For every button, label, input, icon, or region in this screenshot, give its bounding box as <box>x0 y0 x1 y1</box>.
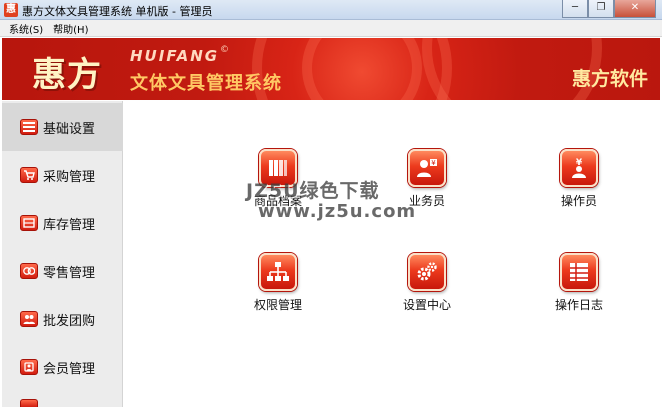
wholesale-icon <box>20 311 38 327</box>
tile-operator[interactable]: ¥ 操作员 <box>534 149 624 209</box>
menu-bar: 系统(S) 帮助(H) <box>0 20 662 37</box>
settings-grid-icon <box>20 119 38 135</box>
tile-settings-center[interactable]: 设置中心 <box>382 253 472 313</box>
sidebar-item-label: 库存管理 <box>43 217 96 233</box>
permission-icon <box>259 253 297 291</box>
sidebar-item-wholesale[interactable]: 批发团购 <box>2 295 123 343</box>
gear-icon <box>408 253 446 291</box>
inventory-icon <box>20 215 38 231</box>
tile-label: 设置中心 <box>402 298 451 312</box>
sidebar-item-label: 采购管理 <box>43 169 96 185</box>
sidebar-item-partial <box>2 399 123 407</box>
member-icon <box>20 359 38 375</box>
sidebar-item-label: 会员管理 <box>43 361 96 377</box>
product-name: 文体文具管理系统 <box>130 73 282 94</box>
sidebar-item-basic-settings[interactable]: 基础设置 <box>2 103 123 151</box>
brand-english-name: HUIFANG <box>130 47 220 65</box>
sidebar-item-retail[interactable]: 零售管理 <box>2 247 123 295</box>
tile-label: 业务员 <box>408 194 445 208</box>
window-controls: ─ ❐ ✕ <box>562 0 656 18</box>
banner: 惠方 HUIFANG © 文体文具管理系统 惠方软件 <box>2 38 660 100</box>
sidebar-item-label: 批发团购 <box>43 313 96 329</box>
app-icon: 惠 <box>4 3 18 17</box>
banner-decoration <box>302 38 422 100</box>
minimize-button[interactable]: ─ <box>562 0 588 18</box>
log-icon <box>560 253 598 291</box>
tile-label: 权限管理 <box>253 298 302 312</box>
menu-system[interactable]: 系统(S) <box>4 21 48 36</box>
operator-icon: ¥ <box>560 149 598 187</box>
sidebar-item-member[interactable]: 会员管理 <box>2 343 123 391</box>
tile-label: 商品档案 <box>253 194 302 208</box>
tile-label: 操作日志 <box>554 298 603 312</box>
tile-product-archive[interactable]: 商品档案 <box>233 149 323 209</box>
sidebar-partial-icon <box>20 399 38 407</box>
close-button[interactable]: ✕ <box>614 0 656 18</box>
product-archive-icon <box>259 149 297 187</box>
sidebar-item-label: 基础设置 <box>43 121 96 137</box>
sidebar-item-purchase[interactable]: 采购管理 <box>2 151 123 199</box>
tile-operation-log[interactable]: 操作日志 <box>534 253 624 313</box>
purchase-icon <box>20 167 38 183</box>
salesperson-icon: ¥ <box>408 149 446 187</box>
sidebar-item-inventory[interactable]: 库存管理 <box>2 199 123 247</box>
tile-permission[interactable]: 权限管理 <box>233 253 323 313</box>
sidebar-item-label: 零售管理 <box>43 265 96 281</box>
brand-logo-text: 惠方 <box>32 55 102 95</box>
tile-label: 操作员 <box>560 194 597 208</box>
brand-registered-mark: © <box>220 45 229 55</box>
menu-help[interactable]: 帮助(H) <box>48 21 93 36</box>
title-bar: 惠 惠方文体文具管理系统 单机版 - 管理员 ─ ❐ ✕ <box>0 0 662 20</box>
svg-text:¥: ¥ <box>431 159 436 167</box>
restore-button[interactable]: ❐ <box>588 0 614 18</box>
retail-icon <box>20 263 38 279</box>
sidebar: 基础设置 采购管理 库存管理 零售管理 批发团购 会员管理 <box>2 101 123 407</box>
company-name: 惠方软件 <box>571 68 648 90</box>
main-panel: 商品档案 ¥ 业务员 ¥ 操作员 权限管理 设置中心 操作日志 <box>124 101 660 407</box>
window-title: 惠方文体文具管理系统 单机版 - 管理员 <box>22 5 213 18</box>
tile-salesperson[interactable]: ¥ 业务员 <box>382 149 472 209</box>
